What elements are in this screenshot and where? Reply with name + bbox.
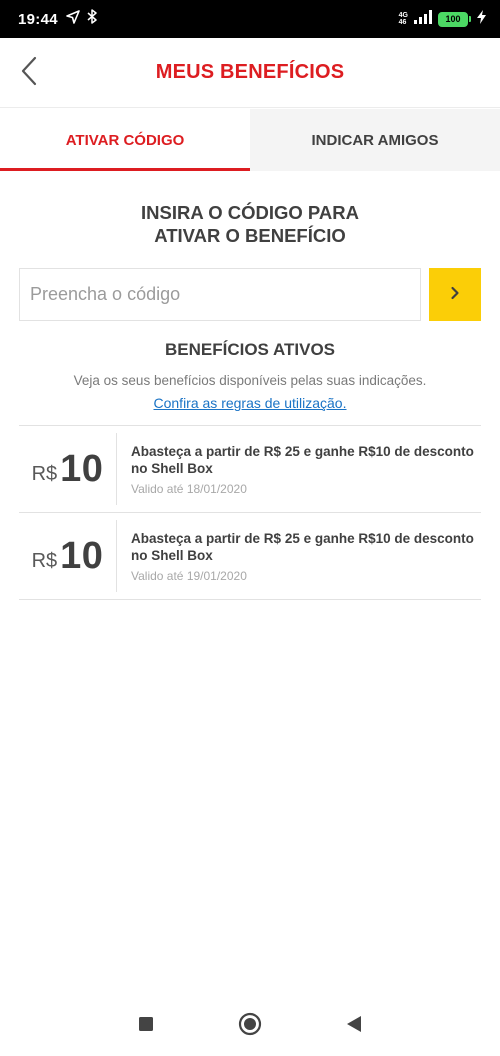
- status-left-icons: [66, 9, 98, 29]
- benefit-info: Abasteça a partir de R$ 25 e ganhe R$10 …: [117, 530, 481, 583]
- status-right-icons: 4G 46 100: [398, 9, 486, 29]
- benefit-info: Abasteça a partir de R$ 25 e ganhe R$10 …: [117, 443, 481, 496]
- signal-icon: [414, 9, 432, 29]
- benefit-valid-until: Valido até 18/01/2020: [131, 481, 247, 496]
- amount-value: 10: [60, 534, 104, 577]
- amount-value: 10: [60, 447, 104, 490]
- benefit-amount: R$ 10: [19, 520, 117, 592]
- app-header: MEUS BENEFÍCIOS: [0, 38, 500, 108]
- tab-bar: ATIVAR CÓDIGO INDICAR AMIGOS: [0, 109, 500, 171]
- back-chevron-icon: [20, 56, 38, 91]
- bluetooth-icon: [86, 9, 98, 29]
- status-time: 19:44: [18, 10, 58, 28]
- rules-link[interactable]: Confira as regras de utilização.: [0, 395, 500, 411]
- submit-code-button[interactable]: [429, 268, 481, 321]
- battery-icon: 100: [438, 11, 471, 27]
- page-title: MEUS BENEFÍCIOS: [155, 61, 345, 83]
- network-type: 4G 46: [398, 12, 408, 26]
- chevron-right-icon: [450, 286, 460, 303]
- activate-heading-line-1: INSIRA O CÓDIGO PARA: [141, 202, 359, 223]
- home-button[interactable]: [234, 1010, 266, 1042]
- active-benefits-description: Veja os seus benefícios disponíveis pela…: [73, 373, 427, 388]
- back-triangle-icon: [346, 1015, 362, 1038]
- system-nav-bar: [0, 996, 500, 1056]
- recents-button[interactable]: [130, 1010, 162, 1042]
- benefit-item[interactable]: R$ 10 Abasteça a partir de R$ 25 e ganhe…: [19, 426, 481, 513]
- benefit-item[interactable]: R$ 10 Abasteça a partir de R$ 25 e ganhe…: [19, 513, 481, 600]
- benefit-description: Abasteça a partir de R$ 25 e ganhe R$10 …: [131, 443, 474, 476]
- tab-ativar-codigo[interactable]: ATIVAR CÓDIGO: [0, 109, 250, 171]
- recents-square-icon: [138, 1016, 154, 1037]
- active-benefits-title: BENEFÍCIOS ATIVOS: [164, 340, 336, 359]
- benefits-list: R$ 10 Abasteça a partir de R$ 25 e ganhe…: [19, 425, 481, 600]
- activate-code-heading: INSIRA O CÓDIGO PARA ATIVAR O BENEFÍCIO: [0, 201, 500, 247]
- back-button[interactable]: [14, 56, 44, 91]
- back-nav-button[interactable]: [338, 1010, 370, 1042]
- amount-currency: R$: [31, 549, 58, 572]
- code-entry-row: [19, 268, 481, 321]
- amount-currency: R$: [31, 462, 58, 485]
- benefit-valid-until: Valido até 19/01/2020: [131, 568, 247, 583]
- status-bar: 19:44 4G 46 100: [0, 0, 500, 38]
- benefit-description: Abasteça a partir de R$ 25 e ganhe R$10 …: [131, 530, 474, 563]
- navigation-arrow-icon: [66, 9, 80, 29]
- code-input[interactable]: [19, 268, 422, 321]
- activate-heading-line-2: ATIVAR O BENEFÍCIO: [154, 225, 346, 246]
- tab-indicar-amigos[interactable]: INDICAR AMIGOS: [250, 109, 500, 171]
- home-circle-icon: [238, 1012, 262, 1041]
- benefit-amount: R$ 10: [19, 433, 117, 505]
- charging-icon: [477, 9, 486, 29]
